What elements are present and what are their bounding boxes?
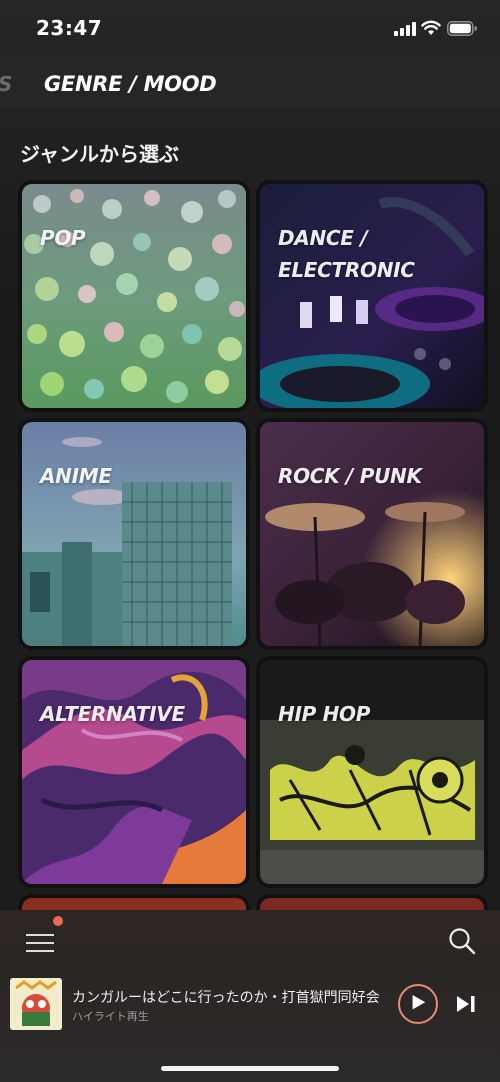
genre-label: POP <box>40 226 86 250</box>
status-bar: 23:47 <box>0 0 500 56</box>
genre-label: HIP HOP <box>278 702 371 726</box>
genre-card-anime[interactable]: ANIME <box>22 422 246 646</box>
bottom-bar: カンガルーはどこに行ったのか・打首獄門同好会 ハイライト再生 <box>0 910 500 1082</box>
notification-badge <box>53 916 63 926</box>
genre-label: DANCE / ELECTRONIC <box>278 226 415 282</box>
home-indicator[interactable] <box>161 1066 339 1071</box>
mini-player[interactable]: カンガルーはどこに行ったのか・打首獄門同好会 ハイライト再生 <box>0 978 500 1038</box>
hamburger-icon[interactable] <box>26 930 56 956</box>
section-title: ジャンルから選ぶ <box>20 142 179 166</box>
anime-city-image <box>22 422 246 646</box>
album-art <box>10 978 62 1030</box>
genre-card-dance-electronic[interactable]: DANCE / ELECTRONIC <box>260 184 484 408</box>
battery-icon <box>447 21 477 36</box>
cellular-signal-icon <box>394 22 416 36</box>
dance-turntable-image <box>260 184 484 408</box>
alternative-paint-image <box>22 660 246 884</box>
skip-next-icon[interactable] <box>456 995 476 1013</box>
genre-card-rock-punk[interactable]: ROCK / PUNK <box>260 422 484 646</box>
rock-drums-image <box>260 422 484 646</box>
wifi-icon <box>421 20 441 35</box>
track-subtitle: ハイライト再生 <box>72 1010 149 1023</box>
app-screen: 23:47 S GENRE / MOOD ジャンルから選ぶ <box>0 0 500 1082</box>
genre-label: ANIME <box>40 464 112 488</box>
play-icon <box>412 995 426 1010</box>
genre-label: ROCK / PUNK <box>278 464 422 488</box>
play-button[interactable] <box>398 984 438 1024</box>
pop-bokeh-image <box>22 184 246 408</box>
tab-previous[interactable]: S <box>0 72 12 96</box>
track-title: カンガルーはどこに行ったのか・打首獄門同好会 <box>72 990 380 1006</box>
genre-card-pop[interactable]: POP <box>22 184 246 408</box>
tab-genre-mood[interactable]: GENRE / MOOD <box>44 72 217 96</box>
search-icon[interactable] <box>448 927 476 955</box>
top-tab-bar: S GENRE / MOOD <box>0 56 500 108</box>
genre-card-hip-hop[interactable]: HIP HOP <box>260 660 484 884</box>
hiphop-graffiti-image <box>260 660 484 884</box>
genre-card-alternative[interactable]: ALTERNATIVE <box>22 660 246 884</box>
status-time: 23:47 <box>36 16 103 40</box>
genre-label: ALTERNATIVE <box>40 702 185 726</box>
